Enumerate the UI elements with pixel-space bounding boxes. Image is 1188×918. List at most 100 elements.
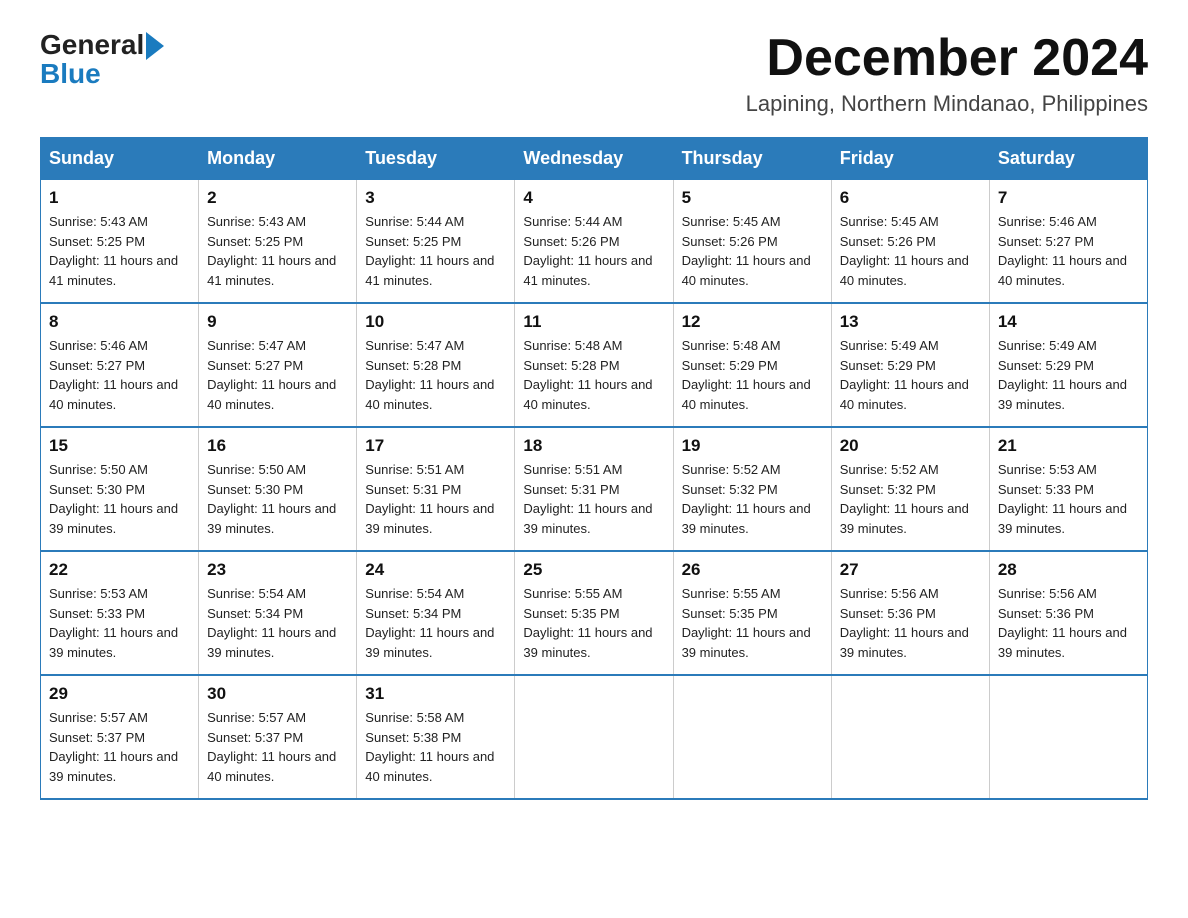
- calendar-cell: 18 Sunrise: 5:51 AM Sunset: 5:31 PM Dayl…: [515, 427, 673, 551]
- day-number: 19: [682, 436, 823, 456]
- calendar-week-row: 15 Sunrise: 5:50 AM Sunset: 5:30 PM Dayl…: [41, 427, 1148, 551]
- calendar-week-row: 1 Sunrise: 5:43 AM Sunset: 5:25 PM Dayli…: [41, 180, 1148, 304]
- calendar-cell: [673, 675, 831, 799]
- calendar-cell: 2 Sunrise: 5:43 AM Sunset: 5:25 PM Dayli…: [199, 180, 357, 304]
- month-title: December 2024: [746, 30, 1148, 87]
- day-info: Sunrise: 5:50 AM Sunset: 5:30 PM Dayligh…: [49, 460, 190, 538]
- calendar-week-row: 29 Sunrise: 5:57 AM Sunset: 5:37 PM Dayl…: [41, 675, 1148, 799]
- calendar-cell: 21 Sunrise: 5:53 AM Sunset: 5:33 PM Dayl…: [989, 427, 1147, 551]
- calendar-cell: 7 Sunrise: 5:46 AM Sunset: 5:27 PM Dayli…: [989, 180, 1147, 304]
- calendar-cell: 12 Sunrise: 5:48 AM Sunset: 5:29 PM Dayl…: [673, 303, 831, 427]
- day-number: 22: [49, 560, 190, 580]
- calendar-cell: 14 Sunrise: 5:49 AM Sunset: 5:29 PM Dayl…: [989, 303, 1147, 427]
- day-number: 26: [682, 560, 823, 580]
- day-info: Sunrise: 5:57 AM Sunset: 5:37 PM Dayligh…: [207, 708, 348, 786]
- calendar-cell: 15 Sunrise: 5:50 AM Sunset: 5:30 PM Dayl…: [41, 427, 199, 551]
- day-info: Sunrise: 5:51 AM Sunset: 5:31 PM Dayligh…: [365, 460, 506, 538]
- day-number: 31: [365, 684, 506, 704]
- day-number: 23: [207, 560, 348, 580]
- day-info: Sunrise: 5:43 AM Sunset: 5:25 PM Dayligh…: [207, 212, 348, 290]
- day-info: Sunrise: 5:44 AM Sunset: 5:25 PM Dayligh…: [365, 212, 506, 290]
- col-tuesday: Tuesday: [357, 138, 515, 180]
- day-info: Sunrise: 5:44 AM Sunset: 5:26 PM Dayligh…: [523, 212, 664, 290]
- location-title: Lapining, Northern Mindanao, Philippines: [746, 91, 1148, 117]
- col-wednesday: Wednesday: [515, 138, 673, 180]
- day-info: Sunrise: 5:58 AM Sunset: 5:38 PM Dayligh…: [365, 708, 506, 786]
- calendar-cell: 9 Sunrise: 5:47 AM Sunset: 5:27 PM Dayli…: [199, 303, 357, 427]
- day-info: Sunrise: 5:56 AM Sunset: 5:36 PM Dayligh…: [998, 584, 1139, 662]
- day-number: 2: [207, 188, 348, 208]
- calendar-cell: 22 Sunrise: 5:53 AM Sunset: 5:33 PM Dayl…: [41, 551, 199, 675]
- calendar-cell: 10 Sunrise: 5:47 AM Sunset: 5:28 PM Dayl…: [357, 303, 515, 427]
- day-number: 21: [998, 436, 1139, 456]
- col-friday: Friday: [831, 138, 989, 180]
- calendar-cell: 3 Sunrise: 5:44 AM Sunset: 5:25 PM Dayli…: [357, 180, 515, 304]
- day-info: Sunrise: 5:54 AM Sunset: 5:34 PM Dayligh…: [365, 584, 506, 662]
- day-info: Sunrise: 5:49 AM Sunset: 5:29 PM Dayligh…: [840, 336, 981, 414]
- day-number: 17: [365, 436, 506, 456]
- page-header: General Blue December 2024 Lapining, Nor…: [40, 30, 1148, 117]
- col-thursday: Thursday: [673, 138, 831, 180]
- day-info: Sunrise: 5:54 AM Sunset: 5:34 PM Dayligh…: [207, 584, 348, 662]
- day-info: Sunrise: 5:46 AM Sunset: 5:27 PM Dayligh…: [49, 336, 190, 414]
- logo-general-text: General: [40, 31, 144, 59]
- col-sunday: Sunday: [41, 138, 199, 180]
- logo-arrow: [146, 30, 164, 60]
- calendar-cell: [831, 675, 989, 799]
- calendar-cell: 11 Sunrise: 5:48 AM Sunset: 5:28 PM Dayl…: [515, 303, 673, 427]
- calendar-cell: 20 Sunrise: 5:52 AM Sunset: 5:32 PM Dayl…: [831, 427, 989, 551]
- day-info: Sunrise: 5:45 AM Sunset: 5:26 PM Dayligh…: [840, 212, 981, 290]
- day-number: 9: [207, 312, 348, 332]
- day-number: 29: [49, 684, 190, 704]
- day-number: 28: [998, 560, 1139, 580]
- day-info: Sunrise: 5:53 AM Sunset: 5:33 PM Dayligh…: [998, 460, 1139, 538]
- day-info: Sunrise: 5:48 AM Sunset: 5:29 PM Dayligh…: [682, 336, 823, 414]
- day-number: 5: [682, 188, 823, 208]
- calendar-cell: 27 Sunrise: 5:56 AM Sunset: 5:36 PM Dayl…: [831, 551, 989, 675]
- calendar-cell: 1 Sunrise: 5:43 AM Sunset: 5:25 PM Dayli…: [41, 180, 199, 304]
- calendar-cell: 19 Sunrise: 5:52 AM Sunset: 5:32 PM Dayl…: [673, 427, 831, 551]
- day-info: Sunrise: 5:55 AM Sunset: 5:35 PM Dayligh…: [682, 584, 823, 662]
- day-info: Sunrise: 5:49 AM Sunset: 5:29 PM Dayligh…: [998, 336, 1139, 414]
- title-area: December 2024 Lapining, Northern Mindana…: [746, 30, 1148, 117]
- col-monday: Monday: [199, 138, 357, 180]
- day-number: 8: [49, 312, 190, 332]
- day-number: 11: [523, 312, 664, 332]
- calendar-cell: 13 Sunrise: 5:49 AM Sunset: 5:29 PM Dayl…: [831, 303, 989, 427]
- calendar-cell: 5 Sunrise: 5:45 AM Sunset: 5:26 PM Dayli…: [673, 180, 831, 304]
- day-info: Sunrise: 5:46 AM Sunset: 5:27 PM Dayligh…: [998, 212, 1139, 290]
- calendar-cell: 17 Sunrise: 5:51 AM Sunset: 5:31 PM Dayl…: [357, 427, 515, 551]
- logo-blue-text: Blue: [40, 60, 101, 88]
- day-number: 24: [365, 560, 506, 580]
- calendar-cell: 31 Sunrise: 5:58 AM Sunset: 5:38 PM Dayl…: [357, 675, 515, 799]
- day-info: Sunrise: 5:55 AM Sunset: 5:35 PM Dayligh…: [523, 584, 664, 662]
- day-number: 3: [365, 188, 506, 208]
- day-info: Sunrise: 5:51 AM Sunset: 5:31 PM Dayligh…: [523, 460, 664, 538]
- calendar-cell: 8 Sunrise: 5:46 AM Sunset: 5:27 PM Dayli…: [41, 303, 199, 427]
- day-info: Sunrise: 5:50 AM Sunset: 5:30 PM Dayligh…: [207, 460, 348, 538]
- calendar-cell: [515, 675, 673, 799]
- day-info: Sunrise: 5:53 AM Sunset: 5:33 PM Dayligh…: [49, 584, 190, 662]
- col-saturday: Saturday: [989, 138, 1147, 180]
- calendar-cell: 28 Sunrise: 5:56 AM Sunset: 5:36 PM Dayl…: [989, 551, 1147, 675]
- calendar-week-row: 22 Sunrise: 5:53 AM Sunset: 5:33 PM Dayl…: [41, 551, 1148, 675]
- day-number: 20: [840, 436, 981, 456]
- day-number: 16: [207, 436, 348, 456]
- calendar-cell: 25 Sunrise: 5:55 AM Sunset: 5:35 PM Dayl…: [515, 551, 673, 675]
- day-number: 10: [365, 312, 506, 332]
- calendar-cell: 6 Sunrise: 5:45 AM Sunset: 5:26 PM Dayli…: [831, 180, 989, 304]
- calendar-cell: 23 Sunrise: 5:54 AM Sunset: 5:34 PM Dayl…: [199, 551, 357, 675]
- calendar-week-row: 8 Sunrise: 5:46 AM Sunset: 5:27 PM Dayli…: [41, 303, 1148, 427]
- day-info: Sunrise: 5:56 AM Sunset: 5:36 PM Dayligh…: [840, 584, 981, 662]
- day-number: 13: [840, 312, 981, 332]
- logo: General Blue: [40, 30, 164, 88]
- day-number: 18: [523, 436, 664, 456]
- day-info: Sunrise: 5:48 AM Sunset: 5:28 PM Dayligh…: [523, 336, 664, 414]
- day-info: Sunrise: 5:52 AM Sunset: 5:32 PM Dayligh…: [682, 460, 823, 538]
- day-number: 6: [840, 188, 981, 208]
- calendar-cell: [989, 675, 1147, 799]
- day-number: 30: [207, 684, 348, 704]
- day-number: 15: [49, 436, 190, 456]
- day-number: 25: [523, 560, 664, 580]
- day-number: 4: [523, 188, 664, 208]
